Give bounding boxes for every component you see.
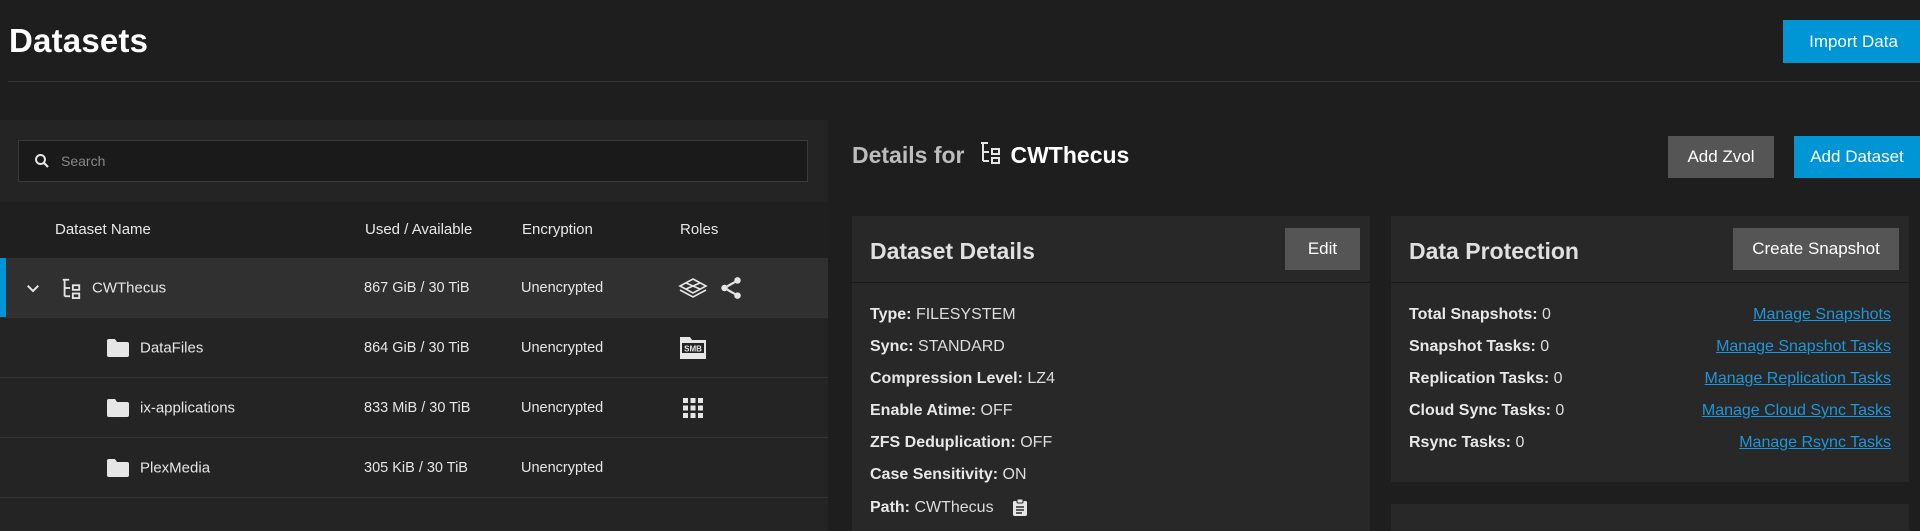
dataset-tree-icon	[978, 140, 1002, 170]
table-header: Dataset Name Used / Available Encryption…	[0, 202, 828, 258]
manage-snapshot-tasks-link[interactable]: Manage Snapshot Tasks	[1716, 338, 1891, 356]
dataset-tree-icon	[60, 277, 82, 299]
column-header-usage[interactable]: Used / Available	[365, 221, 472, 238]
add-dataset-button[interactable]: Add Dataset	[1794, 136, 1920, 178]
edit-button[interactable]: Edit	[1285, 228, 1360, 270]
manage-replication-tasks-link[interactable]: Manage Replication Tasks	[1705, 370, 1891, 388]
dataset-usage: 864 GiB / 30 TiB	[364, 339, 470, 356]
rsync-tasks: Rsync Tasks: 0	[1409, 434, 1525, 451]
details-label: Details for	[852, 141, 965, 168]
roles-card	[1391, 504, 1909, 531]
clipboard-icon[interactable]	[1012, 498, 1028, 517]
share-icon	[718, 275, 744, 301]
detail-path: Path: CWThecus	[870, 498, 1028, 517]
details-header: Details for CWThecus	[852, 140, 1129, 170]
page-header: Datasets	[8, 0, 1920, 82]
dataset-usage: 833 MiB / 30 TiB	[364, 399, 471, 416]
dataset-encryption: Unencrypted	[521, 399, 604, 416]
card-title: Dataset Details	[870, 238, 1035, 264]
dataset-encryption: Unencrypted	[521, 339, 604, 356]
detail-type: Type: FILESYSTEM	[870, 306, 1016, 323]
table-row[interactable]: CWThecus 867 GiB / 30 TiB Unencrypted	[0, 258, 828, 318]
folder-icon	[106, 337, 130, 359]
search-input[interactable]	[61, 153, 781, 169]
create-snapshot-button[interactable]: Create Snapshot	[1733, 228, 1899, 270]
table-row[interactable]: PlexMedia 305 KiB / 30 TiB Unencrypted	[0, 438, 828, 498]
search-box[interactable]	[18, 140, 808, 182]
divider	[1391, 282, 1909, 283]
dataset-name[interactable]: DataFiles	[140, 339, 203, 356]
selection-indicator	[0, 258, 6, 317]
dataset-role-icon	[678, 276, 708, 300]
import-data-button[interactable]: Import Data	[1783, 20, 1920, 63]
data-protection-card: Data Protection Create Snapshot Total Sn…	[1391, 216, 1909, 482]
table-row[interactable]: ix-applications 833 MiB / 30 TiB Unencry…	[0, 378, 828, 438]
detail-atime: Enable Atime: OFF	[870, 402, 1013, 419]
dataset-usage: 867 GiB / 30 TiB	[364, 279, 470, 296]
column-header-encryption[interactable]: Encryption	[522, 221, 593, 238]
details-dataset-name: CWThecus	[1010, 141, 1130, 168]
page-title: Datasets	[9, 22, 149, 59]
svg-text:SMB: SMB	[684, 344, 702, 353]
dataset-name[interactable]: PlexMedia	[140, 459, 210, 476]
manage-cloud-sync-tasks-link[interactable]: Manage Cloud Sync Tasks	[1702, 402, 1891, 420]
snapshot-tasks: Snapshot Tasks: 0	[1409, 338, 1550, 355]
folder-icon	[106, 397, 130, 419]
replication-tasks: Replication Tasks: 0	[1409, 370, 1563, 387]
table-row[interactable]: DataFiles 864 GiB / 30 TiB Unencrypted S…	[0, 318, 828, 378]
detail-sync: Sync: STANDARD	[870, 338, 1005, 355]
apps-grid-icon	[682, 397, 704, 419]
detail-case-sensitivity: Case Sensitivity: ON	[870, 466, 1027, 483]
column-header-roles[interactable]: Roles	[680, 221, 718, 238]
detail-dedup: ZFS Deduplication: OFF	[870, 434, 1053, 451]
dataset-details-card: Dataset Details Edit Type: FILESYSTEM Sy…	[852, 216, 1370, 531]
search-icon	[35, 154, 49, 168]
detail-compression: Compression Level: LZ4	[870, 370, 1055, 387]
dataset-encryption: Unencrypted	[521, 279, 604, 296]
cloud-sync-tasks: Cloud Sync Tasks: 0	[1409, 402, 1565, 419]
dataset-name[interactable]: CWThecus	[92, 279, 166, 296]
dataset-usage: 305 KiB / 30 TiB	[364, 459, 468, 476]
dataset-tree-panel: Dataset Name Used / Available Encryption…	[0, 120, 828, 531]
smb-share-icon: SMB	[678, 333, 708, 363]
divider	[852, 282, 1370, 283]
add-zvol-button[interactable]: Add Zvol	[1668, 136, 1774, 178]
column-header-name[interactable]: Dataset Name	[55, 221, 151, 238]
folder-icon	[106, 457, 130, 479]
dataset-name[interactable]: ix-applications	[140, 399, 235, 416]
dataset-encryption: Unencrypted	[521, 459, 604, 476]
manage-snapshots-link[interactable]: Manage Snapshots	[1753, 306, 1891, 324]
manage-rsync-tasks-link[interactable]: Manage Rsync Tasks	[1739, 434, 1891, 452]
chevron-down-icon[interactable]	[24, 279, 42, 297]
total-snapshots: Total Snapshots: 0	[1409, 306, 1551, 323]
card-title: Data Protection	[1409, 238, 1579, 264]
